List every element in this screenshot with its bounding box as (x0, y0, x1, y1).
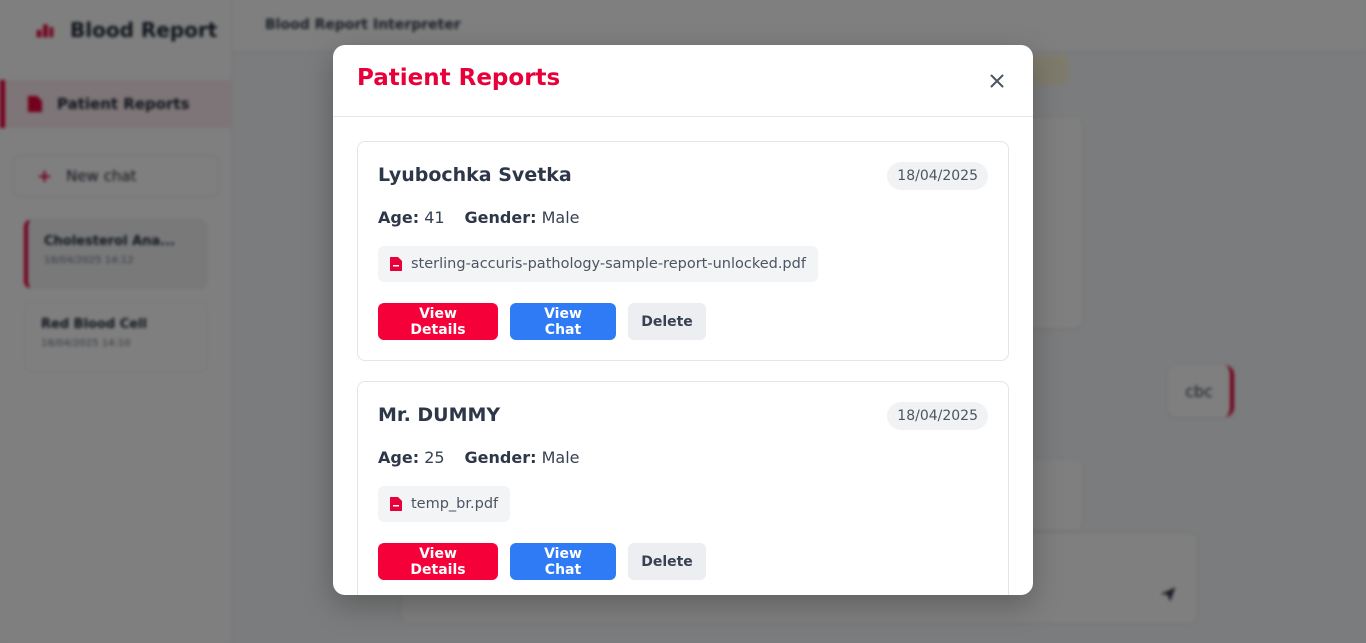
age-value: 25 (424, 448, 445, 467)
report-actions: View Details View Chat Delete (378, 543, 706, 580)
close-icon (990, 74, 1004, 88)
view-chat-button[interactable]: View Chat (510, 303, 616, 340)
view-details-button[interactable]: View Details (378, 303, 498, 340)
file-attachment[interactable]: temp_br.pdf (378, 486, 511, 522)
report-date-badge: 18/04/2025 (887, 162, 988, 190)
patient-name: Lyubochka Svetka (378, 164, 572, 186)
age-field: Age: 41 (378, 208, 445, 227)
file-name: temp_br.pdf (411, 496, 499, 512)
patient-meta: Age: 41 Gender: Male (378, 208, 580, 227)
pdf-file-icon (390, 497, 402, 511)
file-attachment[interactable]: sterling-accuris-pathology-sample-report… (378, 246, 818, 282)
gender-field: Gender: Male (465, 448, 580, 467)
modal-body[interactable]: Lyubochka Svetka 18/04/2025 Age: 41 Gend… (333, 118, 1033, 595)
report-date-badge: 18/04/2025 (887, 402, 988, 430)
gender-field: Gender: Male (465, 208, 580, 227)
pdf-file-icon (390, 257, 402, 271)
report-actions: View Details View Chat Delete (378, 303, 706, 340)
age-label: Age: (378, 448, 420, 467)
modal-header: Patient Reports (333, 45, 1033, 117)
view-details-button[interactable]: View Details (378, 543, 498, 580)
file-name: sterling-accuris-pathology-sample-report… (411, 256, 806, 272)
report-card: Mr. DUMMY 18/04/2025 Age: 25 Gender: Mal… (357, 381, 1009, 595)
gender-value: Male (541, 448, 580, 467)
close-button[interactable] (985, 69, 1009, 93)
delete-button[interactable]: Delete (628, 543, 706, 580)
age-field: Age: 25 (378, 448, 445, 467)
gender-label: Gender: (464, 448, 537, 467)
age-label: Age: (378, 208, 420, 227)
report-card: Lyubochka Svetka 18/04/2025 Age: 41 Gend… (357, 141, 1009, 361)
age-value: 41 (424, 208, 445, 227)
gender-label: Gender: (464, 208, 537, 227)
patient-name: Mr. DUMMY (378, 404, 501, 426)
modal-title: Patient Reports (357, 65, 561, 91)
patient-meta: Age: 25 Gender: Male (378, 448, 580, 467)
delete-button[interactable]: Delete (628, 303, 706, 340)
view-chat-button[interactable]: View Chat (510, 543, 616, 580)
gender-value: Male (541, 208, 580, 227)
patient-reports-modal: Patient Reports Lyubochka Svetka 18/04/2… (333, 45, 1033, 595)
